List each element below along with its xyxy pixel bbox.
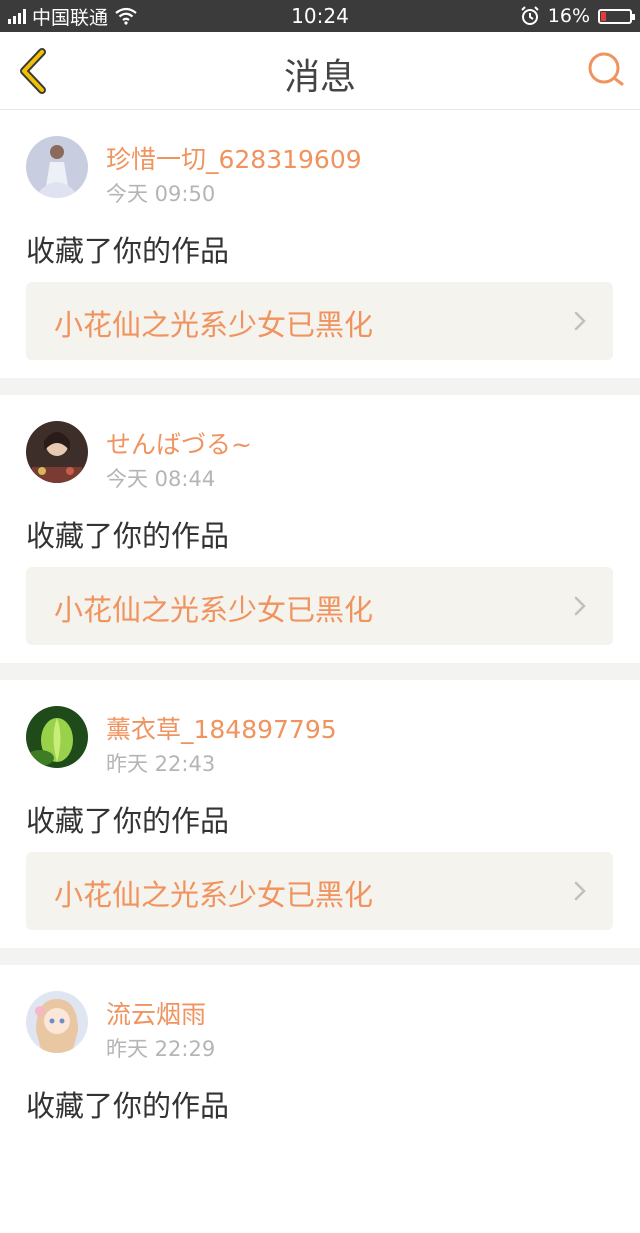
- username[interactable]: 流云烟雨: [106, 995, 206, 1031]
- status-bar: 中国联通 10:24 16%: [0, 0, 640, 32]
- timestamp: 今天 09:50: [106, 182, 216, 206]
- battery-percent: 16%: [547, 5, 590, 27]
- list-item: 珍惜一切_628319609 今天 09:50 收藏了你的作品 小花仙之光系少女…: [0, 110, 640, 378]
- alarm-icon: [521, 6, 539, 25]
- action-text: 收藏了你的作品: [26, 1089, 230, 1123]
- action-text: 收藏了你的作品: [26, 519, 230, 553]
- list-item: せんばづる~ 今天 08:44 收藏了你的作品 小花仙之光系少女已黑化: [0, 395, 640, 663]
- avatar[interactable]: [26, 421, 88, 483]
- list-item: 薰衣草_184897795 昨天 22:43 收藏了你的作品 小花仙之光系少女已…: [0, 680, 640, 948]
- timestamp: 昨天 22:43: [106, 752, 216, 776]
- divider: [0, 378, 640, 395]
- divider: [0, 948, 640, 965]
- work-title: 小花仙之光系少女已黑化: [54, 878, 374, 912]
- action-text: 收藏了你的作品: [26, 234, 230, 268]
- search-icon[interactable]: [586, 50, 626, 90]
- username[interactable]: せんばづる~: [106, 425, 252, 461]
- battery-icon: [598, 8, 635, 24]
- chevron-right-icon: [574, 311, 586, 331]
- page-title: 消息: [283, 57, 356, 98]
- username[interactable]: 珍惜一切_628319609: [106, 140, 362, 176]
- work-title: 小花仙之光系少女已黑化: [54, 593, 374, 627]
- list-item: 流云烟雨 昨天 22:29 收藏了你的作品: [0, 965, 640, 1233]
- avatar[interactable]: [26, 136, 88, 198]
- action-text: 收藏了你的作品: [26, 804, 230, 838]
- timestamp: 昨天 22:29: [106, 1037, 216, 1061]
- username[interactable]: 薰衣草_184897795: [106, 710, 337, 746]
- status-right: 16%: [520, 4, 635, 28]
- work-link[interactable]: 小花仙之光系少女已黑化: [26, 567, 613, 645]
- chevron-right-icon: [574, 881, 586, 901]
- timestamp: 今天 08:44: [106, 467, 216, 491]
- work-link[interactable]: 小花仙之光系少女已黑化: [26, 852, 613, 930]
- chevron-right-icon: [574, 596, 586, 616]
- nav-bar: 消息: [0, 32, 640, 110]
- work-title: 小花仙之光系少女已黑化: [54, 308, 374, 342]
- avatar[interactable]: [26, 991, 88, 1053]
- work-link[interactable]: 小花仙之光系少女已黑化: [26, 282, 613, 360]
- avatar[interactable]: [26, 706, 88, 768]
- message-list: 珍惜一切_628319609 今天 09:50 收藏了你的作品 小花仙之光系少女…: [0, 110, 640, 1233]
- divider: [0, 663, 640, 680]
